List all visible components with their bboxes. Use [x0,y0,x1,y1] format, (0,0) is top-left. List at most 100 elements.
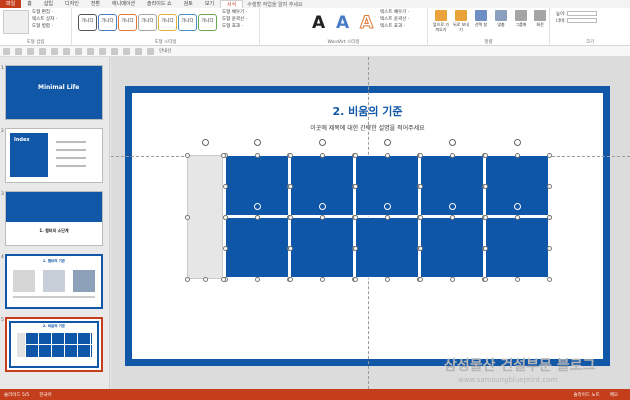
comments-button[interactable]: 메모 [610,392,618,398]
gray-column-shape[interactable] [187,155,223,279]
resize-handle[interactable] [287,183,293,189]
rotate-handle-icon[interactable] [318,139,326,146]
shape-outline-button[interactable]: 도형 윤곽선 · [222,16,247,23]
blue-rectangle[interactable] [420,217,484,278]
resize-handle[interactable] [546,245,552,251]
shape-style-preset-4[interactable]: 가나다 [138,14,157,31]
slide-thumbnail-4[interactable]: 1. 챕터의 기준 [5,254,103,309]
rotate-handle-icon[interactable] [253,139,261,146]
rotate-handle-icon[interactable] [448,203,456,210]
checkbox-icon[interactable] [147,47,154,55]
rotate-handle-icon[interactable] [448,139,456,146]
resize-handle[interactable] [352,183,358,189]
slide-thumbnail-pane[interactable]: 1 Minimal Life 2 Index 3 1. 챕터의 소단계 4 1.… [0,57,110,389]
edit-shape-button[interactable]: 도형 편집 · [32,9,57,16]
text-effects-button[interactable]: 텍스트 효과 · [380,23,409,30]
resize-handle[interactable] [449,214,455,220]
resize-handle[interactable] [254,214,260,220]
tell-me-box[interactable]: 수행할 작업을 알려 주세요 [247,1,302,8]
resize-handle[interactable] [287,152,293,158]
bring-forward-button[interactable]: 앞으로 가져오기 [432,10,450,32]
text-fill-button[interactable]: 텍스트 채우기 · [380,9,409,16]
resize-handle[interactable] [482,245,488,251]
resize-handle[interactable] [287,245,293,251]
merge-shapes-button[interactable]: 도형 병합 · [32,23,57,30]
tab-9[interactable]: 서식 [220,0,244,8]
slide-editing-area[interactable]: 2. 비움의 기준 이곳에 제목에 대한 간략한 설명을 적어주세요 [111,57,630,389]
shape-fill-button[interactable]: 도형 채우기 · [222,9,247,16]
rotate-handle-icon[interactable] [513,139,521,146]
rotate-handle-icon[interactable] [253,203,261,210]
blue-rectangle[interactable] [290,217,354,278]
resize-handle[interactable] [449,152,455,158]
tab-2[interactable]: 삽입 [38,0,59,8]
resize-handle[interactable] [417,214,423,220]
shapes-gallery[interactable] [3,10,29,34]
shape-style-preset-5[interactable]: 가나다 [158,14,177,31]
resize-handle[interactable] [546,152,552,158]
selection-pane-button[interactable]: 선택 창 [472,10,490,27]
resize-handle[interactable] [352,214,358,220]
align-left-icon[interactable] [111,47,118,55]
tab-7[interactable]: 검토 [178,0,199,8]
align-center-icon[interactable] [123,47,130,55]
tab-3[interactable]: 디자인 [59,0,85,8]
text-icon[interactable] [63,47,70,55]
resize-handle[interactable] [254,276,260,282]
table-icon[interactable] [75,47,82,55]
resize-handle[interactable] [220,276,226,282]
width-field[interactable]: 너비: [556,18,598,25]
chart-icon[interactable] [99,47,106,55]
resize-handle[interactable] [417,152,423,158]
resize-handle[interactable] [384,214,390,220]
resize-handle[interactable] [287,276,293,282]
notes-button[interactable]: 슬라이드 노트 [573,392,599,398]
resize-handle[interactable] [514,214,520,220]
resize-handle[interactable] [287,214,293,220]
resize-handle[interactable] [482,152,488,158]
rotate-handle-icon[interactable] [383,139,391,146]
resize-handle[interactable] [514,276,520,282]
resize-handle[interactable] [417,276,423,282]
resize-handle[interactable] [482,276,488,282]
resize-handle[interactable] [417,245,423,251]
tab-6[interactable]: 슬라이드 쇼 [141,0,178,8]
shape-style-preset-1[interactable]: 가나다 [78,14,97,31]
wordart-style-blue[interactable]: A [336,13,349,33]
resize-handle[interactable] [449,276,455,282]
slide-thumbnail-3[interactable]: 1. 챕터의 소단계 [5,191,103,246]
slide-thumbnail-2[interactable]: Index [5,128,103,183]
resize-handle[interactable] [546,276,552,282]
resize-handle[interactable] [319,152,325,158]
slide-thumbnail-1[interactable]: Minimal Life [5,65,103,120]
resize-handle[interactable] [482,183,488,189]
tab-0[interactable]: 파일 [0,0,22,8]
align-right-icon[interactable] [135,47,142,55]
resize-handle[interactable] [482,214,488,220]
save-icon[interactable] [3,47,10,55]
tab-5[interactable]: 애니메이션 [106,0,141,8]
guides-toggle[interactable]: 안내선 [159,48,171,54]
resize-handle[interactable] [384,152,390,158]
resize-handle[interactable] [202,276,208,282]
resize-handle[interactable] [319,214,325,220]
text-outline-button[interactable]: 텍스트 윤곽선 · [380,16,409,23]
text-box-button[interactable]: 텍스트 상자 · [32,16,57,23]
redo-icon[interactable] [27,47,34,55]
rotate-button[interactable]: 회전 [531,10,549,27]
resize-handle[interactable] [384,276,390,282]
language-indicator[interactable]: 한국어 [39,392,51,398]
rotate-handle-icon[interactable] [318,203,326,210]
tab-4[interactable]: 전환 [85,0,106,8]
blue-rectangle[interactable] [225,217,289,278]
align-button[interactable]: 맞춤 [492,10,510,27]
resize-handle[interactable] [220,152,226,158]
resize-handle[interactable] [222,245,228,251]
group-button[interactable]: 그룹화 [512,10,530,27]
slide-thumbnail-5[interactable]: 2. 비움의 기준 [5,317,103,372]
wordart-style-plain[interactable]: A [312,13,325,33]
resize-handle[interactable] [184,152,190,158]
shape-style-preset-3[interactable]: 가나다 [118,14,137,31]
resize-handle[interactable] [352,152,358,158]
resize-handle[interactable] [352,245,358,251]
